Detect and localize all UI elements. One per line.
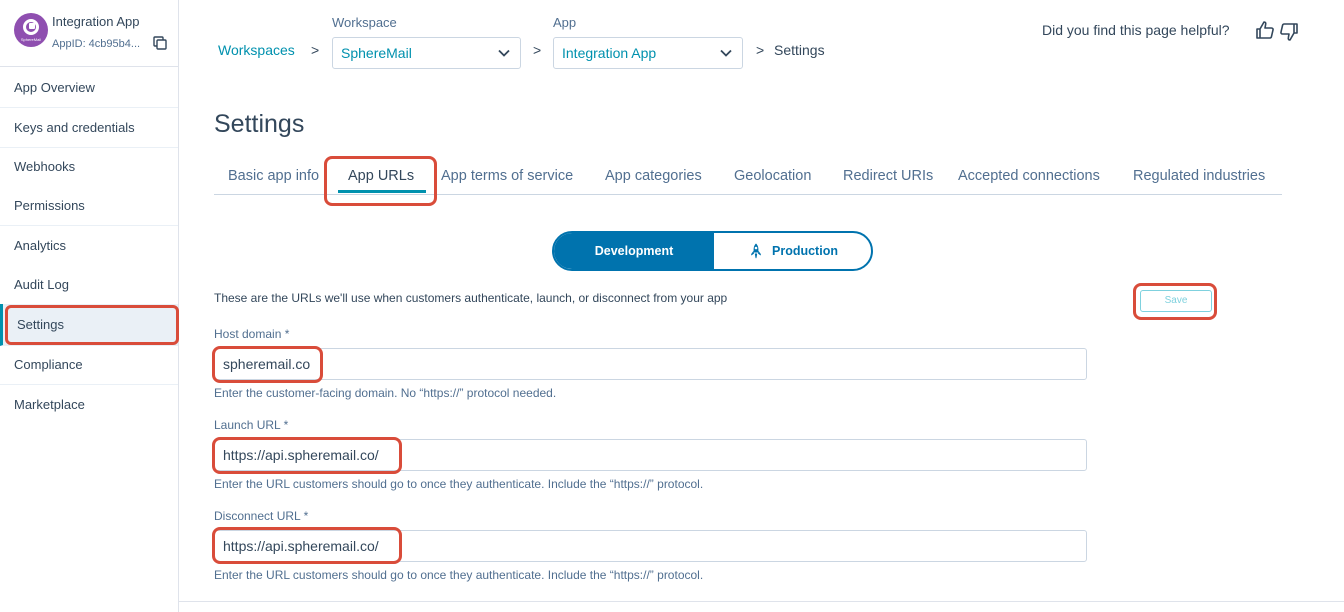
sidebar-item-audit-log[interactable]: Audit Log (0, 265, 178, 305)
launch-url-help: Enter the URL customers should go to onc… (214, 477, 704, 491)
disconnect-url-label: Disconnect URL * (214, 509, 309, 523)
sidebar-item-label: Webhooks (14, 159, 76, 174)
highlight-box (212, 437, 402, 474)
thumbs-up-icon[interactable] (1255, 20, 1275, 40)
breadcrumb-separator: > (756, 42, 765, 58)
highlight-box (212, 527, 402, 564)
tab-redirect-uris[interactable]: Redirect URIs (843, 168, 933, 184)
divider (179, 601, 1344, 602)
sidebar-item-label: Audit Log (14, 277, 69, 292)
page-title: Settings (214, 110, 305, 138)
app-select[interactable]: Integration App (553, 37, 743, 69)
breadcrumb-current: Settings (774, 42, 825, 58)
highlight-box (212, 346, 323, 383)
app-id: AppID: 4cb95b4... (52, 38, 141, 50)
disconnect-url-help: Enter the URL customers should go to onc… (214, 568, 704, 582)
tab-accepted-connections[interactable]: Accepted connections (958, 168, 1100, 184)
tab-geolocation[interactable]: Geolocation (734, 168, 811, 184)
sidebar-item-app-overview[interactable]: App Overview (0, 68, 178, 108)
app-logo-text: SphereMail (20, 37, 42, 42)
thumbs-down-icon[interactable] (1279, 22, 1299, 42)
launch-url-label: Launch URL * (214, 418, 289, 432)
sidebar-item-compliance[interactable]: Compliance (0, 345, 178, 385)
app-name: Integration App (52, 14, 140, 29)
breadcrumb-separator: > (533, 42, 542, 58)
sidebar-item-analytics[interactable]: Analytics (0, 226, 178, 266)
tab-app-categories[interactable]: App categories (605, 168, 702, 184)
host-domain-input[interactable]: spheremail.co (214, 348, 1087, 380)
highlight-box (324, 156, 437, 206)
app-select-value: Integration App (562, 45, 657, 61)
app-label: App (553, 15, 577, 30)
environment-toggle: Development Production (552, 231, 873, 271)
production-label: Production (772, 244, 838, 258)
breadcrumb-separator: > (311, 42, 320, 58)
app-header: SphereMail Integration App AppID: 4cb95b… (0, 0, 179, 67)
sidebar-item-permissions[interactable]: Permissions (0, 186, 178, 226)
sidebar-item-label: Compliance (14, 357, 83, 372)
sidebar-item-webhooks[interactable]: Webhooks (0, 147, 178, 187)
copy-icon[interactable] (153, 36, 167, 50)
tab-app-terms-of-service[interactable]: App terms of service (441, 168, 573, 184)
chevron-down-icon (498, 49, 510, 57)
tab-regulated-industries[interactable]: Regulated industries (1133, 168, 1265, 184)
form-description: These are the URLs we'll use when custom… (214, 291, 728, 305)
sidebar-item-label: App Overview (14, 80, 95, 95)
breadcrumb-workspaces-link[interactable]: Workspaces (218, 42, 295, 58)
tab-basic-app-info[interactable]: Basic app info (228, 168, 319, 184)
sidebar-item-label: Keys and credentials (14, 120, 135, 135)
production-toggle-button[interactable]: Production (714, 233, 871, 269)
workspace-label: Workspace (332, 15, 397, 30)
sidebar-item-keys-and-credentials[interactable]: Keys and credentials (0, 108, 178, 148)
rocket-icon (751, 243, 761, 259)
host-domain-label: Host domain * (214, 327, 290, 341)
sidebar-item-label: Analytics (14, 238, 67, 253)
sidebar-item-marketplace[interactable]: Marketplace (0, 385, 178, 425)
workspace-select[interactable]: SphereMail (332, 37, 521, 69)
sidebar: SphereMail Integration App AppID: 4cb95b… (0, 0, 179, 612)
sidebar-item-settings[interactable]: Settings (0, 304, 179, 346)
highlight-box (1133, 283, 1217, 320)
sidebar-item-label: Marketplace (14, 397, 85, 412)
development-toggle-button[interactable]: Development (554, 233, 714, 269)
app-logo: SphereMail (14, 13, 48, 47)
feedback-question: Did you find this page helpful? (1042, 22, 1230, 38)
chevron-down-icon (720, 49, 732, 57)
host-domain-help: Enter the customer-facing domain. No “ht… (214, 386, 557, 400)
highlight-box (5, 305, 179, 345)
sidebar-item-label: Permissions (14, 198, 85, 213)
workspace-select-value: SphereMail (341, 45, 412, 61)
